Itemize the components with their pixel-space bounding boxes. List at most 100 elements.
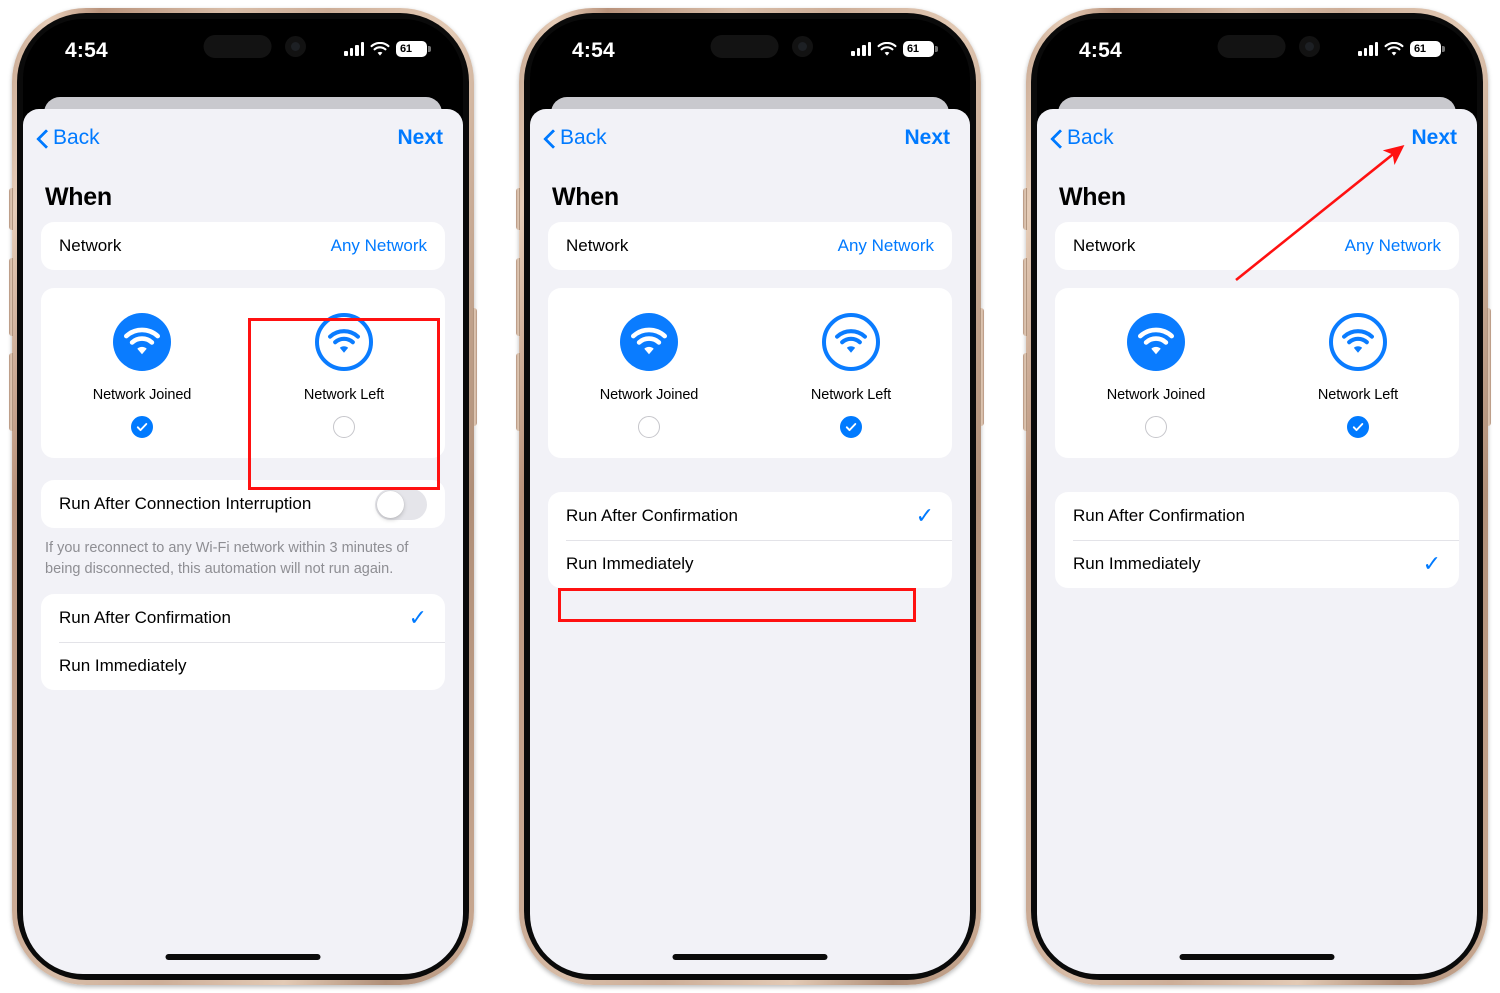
choice-network-left-label: Network Left [1317,387,1399,403]
volume-down-button[interactable] [516,353,520,431]
choice-network-joined[interactable]: Network Joined [41,306,243,442]
choice-network-joined-radio[interactable] [638,416,660,438]
choice-network-left[interactable]: Network Left [1257,306,1459,442]
choice-network-joined[interactable]: Network Joined [1055,306,1257,442]
network-row-label: Network [1073,236,1136,255]
choice-network-left-radio[interactable] [840,416,862,438]
volume-up-button[interactable] [1023,258,1027,336]
network-row-label: Network [566,236,629,255]
run-options-group-1: Run After Confirmation ✓ Run Immediately… [41,594,445,691]
run-immediately-label: Run Immediately [59,656,187,676]
run-after-interruption-toggle[interactable] [375,488,427,520]
choice-network-joined-radio[interactable] [131,416,153,438]
battery-icon: 61 [903,41,938,57]
home-indicator[interactable] [1179,954,1335,960]
home-indicator[interactable] [672,954,828,960]
wifi-status-icon [1384,41,1404,56]
status-bar: 4:54 61 [530,19,970,81]
status-bar-clock: 4:54 [1079,39,1122,62]
back-button-label: Back [560,126,607,149]
dynamic-island [710,35,779,58]
run-after-confirmation-row[interactable]: Run After Confirmation ✓ [41,594,445,642]
wifi-status-icon [877,41,897,56]
network-row[interactable]: Network Any Network [41,222,445,270]
volume-up-button[interactable] [9,258,13,336]
back-button-label: Back [1067,126,1114,149]
run-immediately-row[interactable]: Run Immediately ✓ [41,642,445,690]
network-row-value: Any Network [330,236,427,255]
network-group: Network Any Network [548,222,952,270]
mute-switch[interactable] [516,188,520,230]
choice-network-joined[interactable]: Network Joined [548,306,750,442]
wifi-filled-circle-icon [113,313,171,371]
network-row-label: Network [59,236,122,255]
choice-network-joined-radio[interactable] [1145,416,1167,438]
trigger-choice-card: Network Joined Network Left [548,288,952,458]
next-button[interactable]: Next [904,126,950,150]
checkmark-icon [136,423,148,432]
back-button-label: Back [53,126,100,149]
wifi-outline-circle-icon [822,313,880,371]
choice-network-left[interactable]: Network Left [243,306,445,442]
run-after-confirmation-row[interactable]: Run After Confirmation ✓ [548,492,952,540]
choice-network-left-radio[interactable] [1347,416,1369,438]
back-button[interactable]: Back [1051,126,1114,150]
mute-switch[interactable] [9,188,13,230]
choice-network-left-label: Network Left [303,387,385,403]
mute-switch[interactable] [1023,188,1027,230]
run-after-confirmation-row[interactable]: Run After Confirmation ✓ [1055,492,1459,540]
battery-level-label: 61 [400,43,412,55]
phone-panel-1: 4:54 61 Back Next When Network Any Netwo… [9,8,477,985]
sheet-navbar: Back Next [530,109,970,167]
choice-network-left-label: Network Left [810,387,892,403]
wifi-status-icon [370,41,390,56]
run-immediately-row[interactable]: Run Immediately ✓ [1055,540,1459,588]
run-immediately-row[interactable]: Run Immediately ✓ [548,540,952,588]
power-button[interactable] [980,308,984,426]
volume-down-button[interactable] [9,353,13,431]
automation-sheet-3: Back Next When Network Any Network Netwo… [1037,109,1477,974]
home-indicator[interactable] [165,954,321,960]
battery-level-label: 61 [1414,43,1426,55]
network-row-value: Any Network [1344,236,1441,255]
choice-network-joined-label: Network Joined [92,387,192,403]
back-button[interactable]: Back [37,126,100,150]
battery-icon: 61 [396,41,431,57]
battery-icon: 61 [1410,41,1445,57]
status-bar-clock: 4:54 [65,39,108,62]
front-camera-icon [285,36,306,57]
interruption-footnote: If you reconnect to any Wi-Fi network wi… [45,540,409,578]
phone-screen-1: 4:54 61 Back Next When Network Any Netwo… [23,19,463,974]
power-button[interactable] [473,308,477,426]
run-after-interruption-label: Run After Connection Interruption [59,494,312,513]
choice-network-joined-label: Network Joined [1106,387,1206,403]
sheet-navbar: Back Next [23,109,463,167]
cellular-signal-icon [1358,42,1378,56]
run-immediately-check-icon: ✓ [1422,551,1441,576]
page-title: When [45,183,112,211]
sheet-navbar: Back Next [1037,109,1477,167]
power-button[interactable] [1487,308,1491,426]
phone-screen-2: 4:54 61 Back Next When Network Any Netwo… [530,19,970,974]
cellular-signal-icon [344,42,364,56]
page-title: When [1059,183,1126,211]
network-row[interactable]: Network Any Network [548,222,952,270]
trigger-choice-card: Network Joined Network Left [41,288,445,458]
back-button[interactable]: Back [544,126,607,150]
cellular-signal-icon [851,42,871,56]
run-options-group-2: Run After Confirmation ✓ Run Immediately… [548,492,952,588]
run-after-confirmation-label: Run After Confirmation [1073,506,1245,525]
chevron-left-icon [544,129,555,148]
next-button[interactable]: Next [397,126,443,150]
network-row-value: Any Network [837,236,934,255]
wifi-filled-circle-icon [1127,313,1185,371]
run-after-confirmation-label: Run After Confirmation [566,506,738,525]
volume-down-button[interactable] [1023,353,1027,431]
choice-network-left-radio[interactable] [333,416,355,438]
next-button[interactable]: Next [1411,126,1457,150]
run-after-interruption-row[interactable]: Run After Connection Interruption [41,480,445,528]
network-row[interactable]: Network Any Network [1055,222,1459,270]
choice-network-left[interactable]: Network Left [750,306,952,442]
volume-up-button[interactable] [516,258,520,336]
checkmark-icon [1352,423,1364,432]
